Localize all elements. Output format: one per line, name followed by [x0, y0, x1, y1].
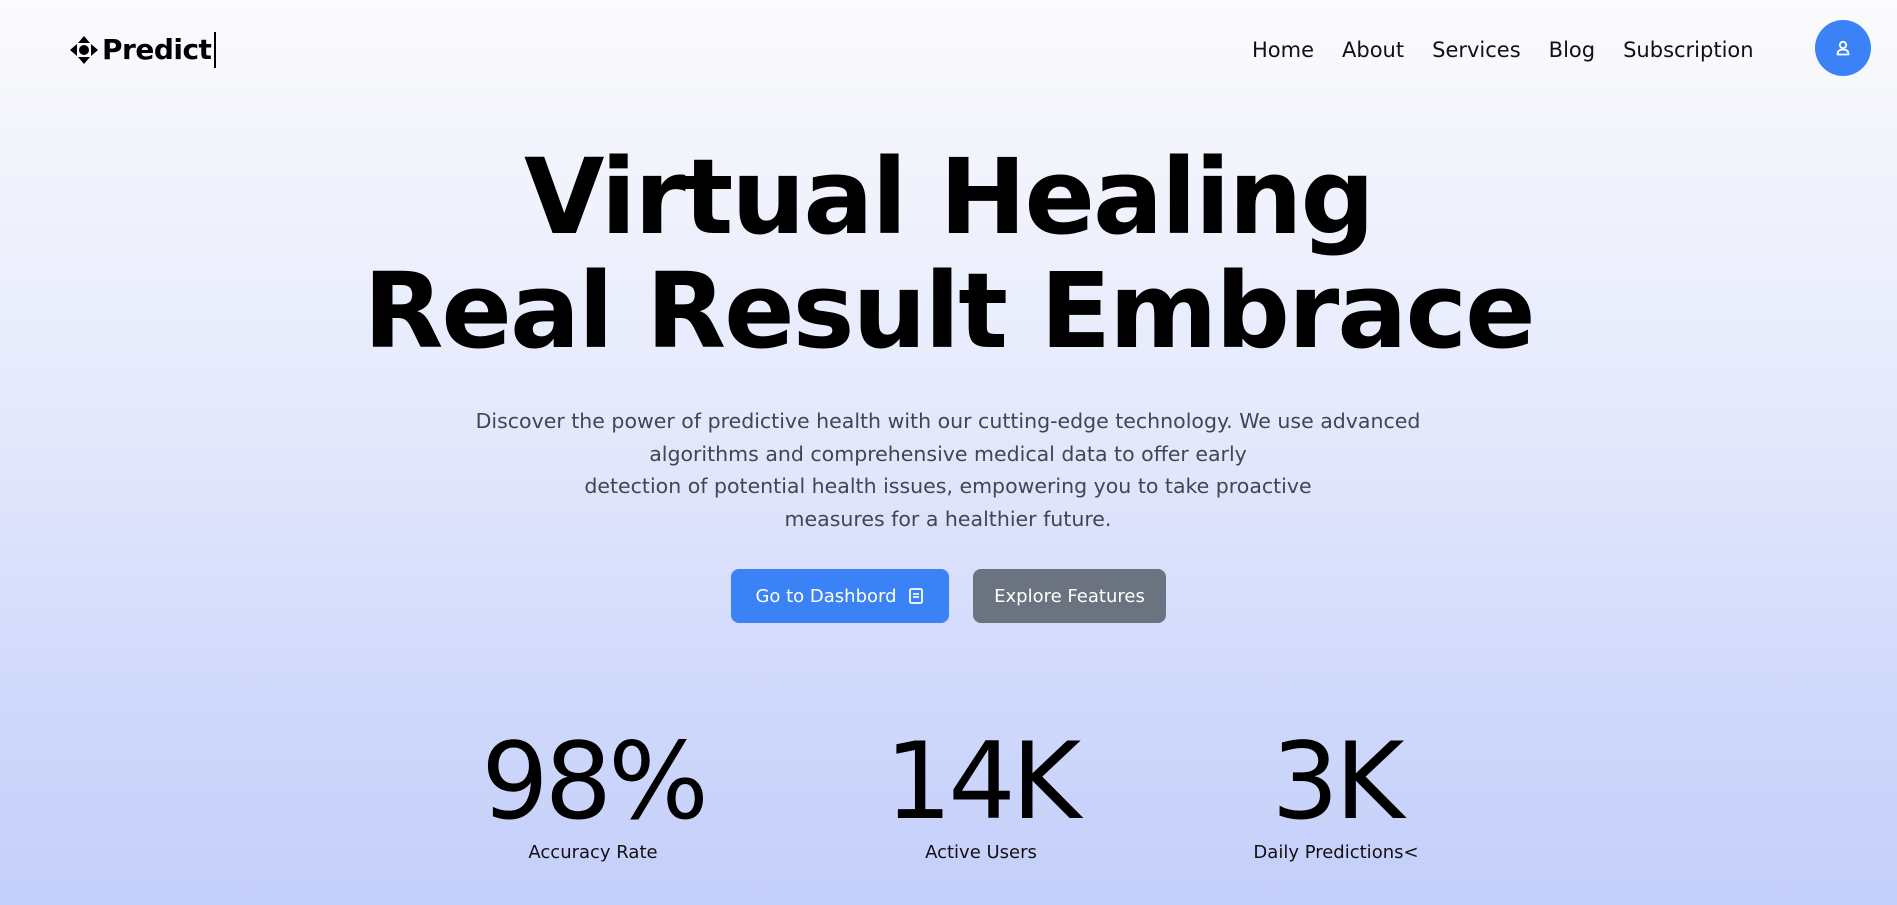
stat-value: 14K: [884, 720, 1081, 843]
diamond-arrows-icon: [70, 36, 98, 64]
hero-description: Discover the power of predictive health …: [448, 405, 1448, 535]
stat-value: 3K: [1271, 720, 1405, 843]
hero-description-line-1: Discover the power of predictive health …: [475, 409, 1421, 433]
stat-daily-predictions: 3K Daily Predictions<: [1186, 728, 1486, 864]
go-to-dashboard-label: Go to Dashbord: [755, 585, 897, 607]
stat-label: Active Users: [925, 842, 1037, 863]
nav-subscription-link[interactable]: Subscription: [1623, 34, 1753, 66]
profile-button[interactable]: [1815, 20, 1871, 76]
nav-blog-link[interactable]: Blog: [1549, 34, 1595, 66]
document-icon: [908, 588, 923, 604]
go-to-dashboard-button[interactable]: Go to Dashbord: [731, 569, 949, 623]
nav-home-link[interactable]: Home: [1252, 34, 1314, 66]
stat-value: 98%: [481, 720, 709, 843]
hero-description-line-3: detection of potential health issues, em…: [584, 474, 1312, 498]
brand-logo[interactable]: Predict: [68, 32, 217, 68]
explore-features-label: Explore Features: [994, 585, 1145, 607]
hero-description-line-2: algorithms and comprehensive medical dat…: [649, 441, 1247, 466]
nav-about-link[interactable]: About: [1342, 34, 1404, 66]
stat-accuracy: 98% Accuracy Rate: [443, 728, 743, 864]
stat-label: Accuracy Rate: [528, 842, 658, 863]
hero-title-line-2: Real Result Embrace: [363, 250, 1535, 372]
nav-services-link[interactable]: Services: [1432, 34, 1521, 66]
text-cursor: [214, 32, 217, 68]
main-nav: Home About Services Blog Subscription: [1252, 34, 1754, 66]
brand-name: Predict: [102, 33, 212, 66]
hero-title: Virtual Healing Real Result Embrace: [0, 140, 1897, 368]
hero-description-line-4: measures for a healthier future.: [784, 506, 1112, 531]
cta-buttons: Go to Dashbord Explore Features: [0, 569, 1897, 623]
hero-title-line-1: Virtual Healing: [524, 136, 1375, 258]
user-icon: [1836, 40, 1850, 56]
stat-active-users: 14K Active Users: [831, 728, 1131, 864]
explore-features-button[interactable]: Explore Features: [973, 569, 1166, 623]
stat-label: Daily Predictions<: [1253, 842, 1419, 863]
